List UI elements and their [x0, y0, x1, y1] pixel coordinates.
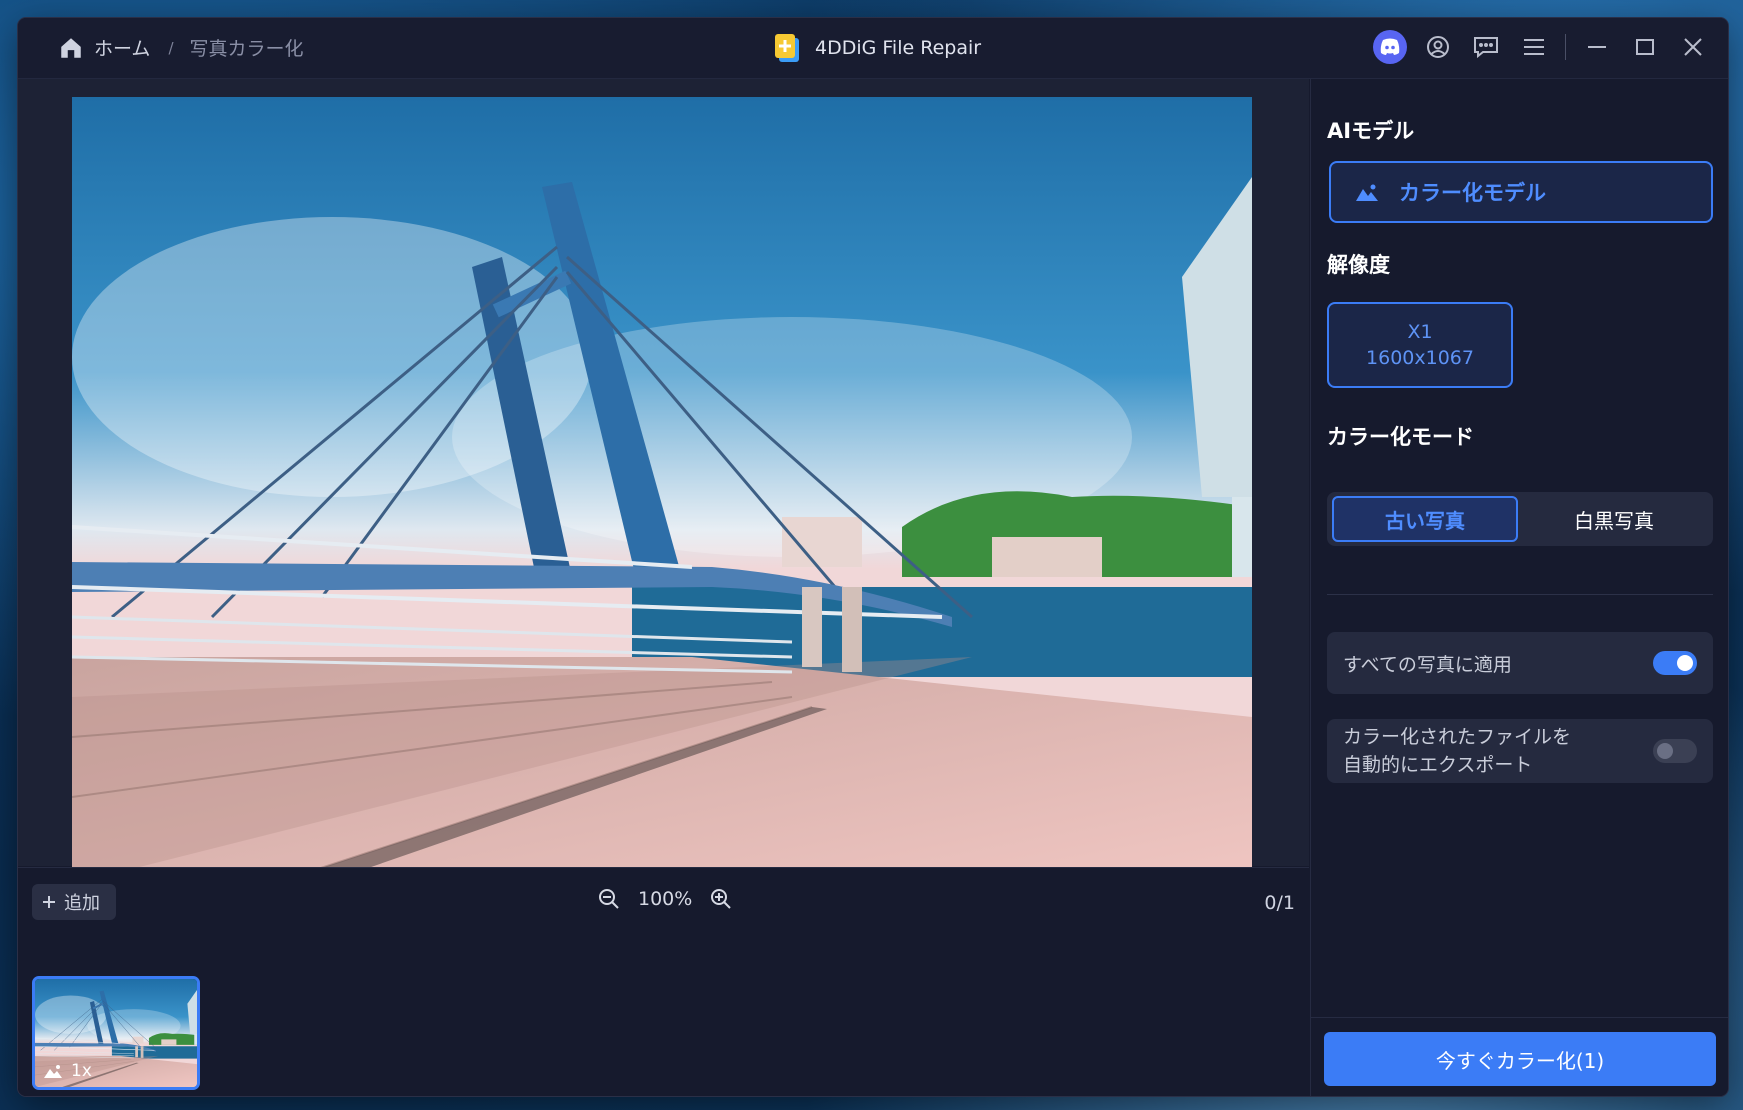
app-title-text: 4DDiG File Repair — [815, 37, 982, 59]
colorize-model-option[interactable]: カラー化モデル — [1329, 161, 1713, 223]
account-icon[interactable] — [1421, 30, 1455, 64]
image-icon — [44, 1065, 62, 1078]
colorize-mode-selector: 古い写真 白黒写真 — [1327, 492, 1713, 546]
settings-panel: AIモデル カラー化モデル 解像度 X1 1600x1067 カラー化モード 古… — [1310, 79, 1728, 1096]
discord-icon[interactable] — [1373, 30, 1407, 64]
home-icon[interactable] — [58, 35, 84, 61]
auto-export-label-line2: 自動的にエクスポート — [1343, 754, 1533, 776]
colorized-photo-preview — [72, 97, 1252, 884]
minimize-icon[interactable] — [1580, 30, 1614, 64]
colorize-mode-title: カラー化モード — [1327, 425, 1474, 449]
zoom-out-icon[interactable] — [598, 888, 620, 910]
image-preview-area — [18, 79, 1309, 884]
resolution-size: 1600x1067 — [1366, 347, 1474, 369]
colorize-now-button[interactable]: 今すぐカラー化(1) — [1324, 1032, 1716, 1086]
thumbnail-strip: 1x — [18, 940, 1309, 1096]
title-bar: ホーム / 写真カラー化 4DDiG File Repair — [18, 18, 1728, 79]
resolution-option-x1[interactable]: X1 1600x1067 — [1327, 302, 1513, 388]
mode-bw-photo-tab[interactable]: 白黒写真 — [1521, 496, 1707, 542]
breadcrumb-separator: / — [168, 38, 174, 57]
app-logo-icon — [773, 32, 801, 64]
breadcrumb-current: 写真カラー化 — [189, 38, 304, 60]
preview-toolbar: 追加 100% 0/1 — [18, 867, 1309, 941]
zoom-level: 100% — [638, 888, 693, 910]
window-controls — [1373, 30, 1710, 64]
add-button-label: 追加 — [64, 893, 100, 914]
resolution-title: 解像度 — [1327, 253, 1390, 277]
mode-old-photo-tab[interactable]: 古い写真 — [1332, 496, 1518, 542]
apply-all-label: すべての写真に適用 — [1343, 653, 1512, 676]
thumbnail-label: 1x — [43, 1061, 92, 1081]
image-icon — [1356, 184, 1378, 201]
maximize-icon[interactable] — [1628, 30, 1662, 64]
zoom-in-icon[interactable] — [710, 888, 732, 910]
close-icon[interactable] — [1676, 30, 1710, 64]
auto-export-option: カラー化されたファイルを 自動的にエクスポート — [1327, 719, 1713, 783]
app-window: ホーム / 写真カラー化 4DDiG File Repair 追加 100% 0… — [18, 18, 1728, 1096]
panel-footer-divider — [1311, 1017, 1728, 1018]
feedback-icon[interactable] — [1469, 30, 1503, 64]
thumbnail-item[interactable]: 1x — [32, 976, 200, 1090]
model-name: カラー化モデル — [1399, 181, 1546, 205]
panel-divider — [1327, 594, 1713, 595]
ai-model-title: AIモデル — [1327, 119, 1415, 143]
controls-divider — [1565, 34, 1566, 60]
auto-export-toggle[interactable] — [1653, 739, 1697, 763]
plus-icon — [43, 896, 55, 908]
resolution-scale: X1 — [1407, 321, 1433, 343]
apply-all-toggle[interactable] — [1653, 651, 1697, 675]
auto-export-label: カラー化されたファイルを 自動的にエクスポート — [1343, 723, 1571, 779]
apply-all-option: すべての写真に適用 — [1327, 632, 1713, 694]
breadcrumb: ホーム / 写真カラー化 — [58, 34, 304, 61]
zoom-controls: 100% — [598, 888, 732, 910]
app-title: 4DDiG File Repair — [773, 32, 981, 64]
menu-icon[interactable] — [1517, 30, 1551, 64]
page-counter: 0/1 — [1264, 892, 1295, 914]
thumbnail-scale: 1x — [71, 1061, 92, 1081]
breadcrumb-home[interactable]: ホーム — [94, 34, 150, 61]
add-button[interactable]: 追加 — [32, 884, 116, 920]
auto-export-label-line1: カラー化されたファイルを — [1343, 726, 1572, 748]
